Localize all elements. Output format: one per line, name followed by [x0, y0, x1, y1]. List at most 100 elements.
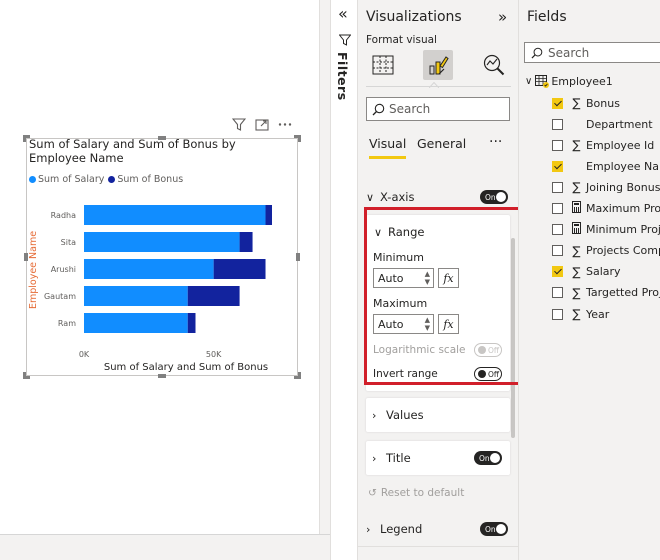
maximum-label: Maximum — [373, 297, 428, 310]
checkbox[interactable] — [552, 287, 563, 299]
field-name: Salary — [586, 265, 621, 279]
values-card: › Values — [366, 398, 510, 432]
chart-plot: Radha Sita Arushi Gautam Ram 0K 50K Sum of Sala… — [28, 205, 272, 373]
minimum-fx-button[interactable]: fx — [438, 268, 459, 288]
pane-scrollbar[interactable] — [511, 238, 515, 438]
bar-bonus[interactable] — [187, 313, 196, 333]
range-section-header[interactable]: ∨ Range — [374, 225, 424, 239]
checkbox[interactable] — [552, 224, 563, 236]
calculator-icon — [570, 201, 583, 216]
field-name: Department — [586, 117, 653, 131]
chart-title: Sum of Salary and Sum of Bonus by Employ… — [29, 137, 236, 165]
legend-section-header[interactable]: › Legend On — [366, 518, 510, 540]
bar-salary[interactable] — [84, 313, 188, 333]
toggle-state: On — [485, 524, 496, 534]
bar-bonus[interactable] — [187, 286, 240, 306]
more-options-icon[interactable]: ··· — [489, 134, 502, 150]
checkbox[interactable] — [552, 203, 563, 214]
field-name: Employee Id — [586, 138, 655, 152]
table-node-employee1[interactable]: ∨ Employee1 — [525, 75, 613, 88]
logarithmic-scale-label: Logarithmic scale — [373, 344, 466, 356]
field-row[interactable]: ∑ Projects Complete — [552, 242, 660, 260]
sigma-icon: ∑ — [572, 138, 581, 153]
logarithmic-scale-toggle[interactable]: Off — [474, 343, 502, 357]
minimum-value: Auto — [378, 271, 404, 285]
field-name: Bonus — [586, 96, 620, 110]
field-row[interactable]: ∑ Joining Bonus — [552, 178, 660, 196]
checkbox[interactable] — [552, 118, 563, 130]
field-name: Joining Bonus — [586, 180, 660, 194]
checkbox-checked[interactable] — [552, 266, 563, 278]
table-name: Employee1 — [551, 75, 613, 88]
analytics-button[interactable] — [479, 50, 509, 80]
field-row[interactable]: Maximum Project — [552, 200, 660, 218]
filters-pane-collapsed[interactable]: « Filters — [330, 0, 358, 560]
tab-visual[interactable]: Visual — [369, 136, 407, 159]
field-row[interactable]: ∑ Targetted Project — [552, 284, 660, 302]
bar-salary[interactable] — [84, 205, 266, 225]
chevron-right-icon: › — [372, 408, 377, 422]
checkbox[interactable] — [552, 181, 563, 193]
search-placeholder: Search — [548, 45, 590, 60]
build-visual-button[interactable] — [368, 50, 398, 80]
format-search-input[interactable]: Search — [366, 97, 510, 121]
bar-salary[interactable] — [84, 286, 188, 306]
canvas-bottom-bar — [0, 534, 330, 560]
funnel-icon — [339, 34, 351, 46]
filter-icon[interactable] — [231, 118, 247, 136]
field-row[interactable]: Employee Name — [552, 157, 660, 175]
checkbox-checked[interactable] — [552, 160, 563, 172]
bar-salary[interactable] — [84, 259, 214, 279]
category-label: Ram — [58, 319, 76, 328]
field-row[interactable]: Minimum Project — [552, 221, 660, 239]
reset-to-default-button[interactable]: ↺ Reset to default — [368, 487, 464, 499]
title-section-header[interactable]: › Title On — [372, 447, 504, 469]
chart-legend: Sum of Salary Sum of Bonus — [29, 174, 183, 185]
focus-mode-icon[interactable] — [255, 118, 269, 136]
bar-salary[interactable] — [84, 232, 240, 252]
bar-bonus[interactable] — [239, 232, 253, 252]
field-row[interactable]: ∑ Salary — [552, 263, 621, 281]
fields-search-input[interactable]: Search — [524, 42, 660, 63]
field-name: Year — [586, 307, 610, 321]
maximum-fx-button[interactable]: fx — [438, 314, 459, 334]
more-options-icon[interactable] — [278, 118, 292, 136]
category-label: Gautam — [44, 292, 76, 301]
resize-handle[interactable] — [294, 135, 301, 142]
title-toggle[interactable]: On — [474, 451, 502, 465]
tab-general[interactable]: General — [417, 136, 466, 151]
checkbox[interactable] — [552, 139, 563, 151]
xaxis-section-header[interactable]: ∨ X-axis On — [366, 186, 510, 208]
field-row[interactable]: Department — [552, 115, 653, 133]
checkbox-checked[interactable] — [552, 97, 563, 109]
sigma-icon: ∑ — [572, 285, 581, 300]
field-row[interactable]: ∑ Employee Id — [552, 136, 654, 154]
pane-subtitle: Format visual — [366, 34, 437, 46]
maximum-input[interactable]: Auto ▲ ▼ — [373, 314, 434, 334]
bar-bonus[interactable] — [213, 259, 266, 279]
canvas-scrollbar[interactable] — [319, 0, 330, 560]
expand-chevrons-icon[interactable]: » — [498, 8, 507, 26]
category-label: Radha — [51, 211, 76, 220]
legend-item-bonus[interactable]: Sum of Bonus — [108, 174, 183, 185]
values-section-header[interactable]: › Values — [372, 404, 504, 426]
invert-range-toggle[interactable]: Off — [474, 367, 502, 381]
legend-item-salary[interactable]: Sum of Salary — [29, 174, 104, 185]
xaxis-toggle[interactable]: On — [480, 190, 508, 204]
y-axis-title: Employee Name — [28, 231, 39, 309]
checkbox[interactable] — [552, 308, 563, 320]
spinner-arrows-icon[interactable]: ▲ ▼ — [425, 316, 430, 332]
bar-bonus[interactable] — [265, 205, 272, 225]
chevron-down-icon: ∨ — [366, 190, 375, 204]
minimum-input[interactable]: Auto ▲ ▼ — [373, 268, 434, 288]
legend-toggle[interactable]: On — [480, 522, 508, 536]
checkbox[interactable] — [552, 245, 563, 257]
visual-header — [231, 118, 292, 136]
field-row[interactable]: ∑ Bonus — [552, 94, 620, 112]
collapse-chevrons-icon[interactable]: « — [338, 4, 348, 23]
toggle-state: Off — [488, 345, 500, 355]
spinner-arrows-icon[interactable]: ▲ ▼ — [425, 270, 430, 286]
format-visual-button[interactable] — [423, 50, 453, 80]
field-row[interactable]: ∑ Year — [552, 305, 609, 323]
visualizations-pane: Visualizations » Format visual Search Vi… — [358, 0, 518, 560]
